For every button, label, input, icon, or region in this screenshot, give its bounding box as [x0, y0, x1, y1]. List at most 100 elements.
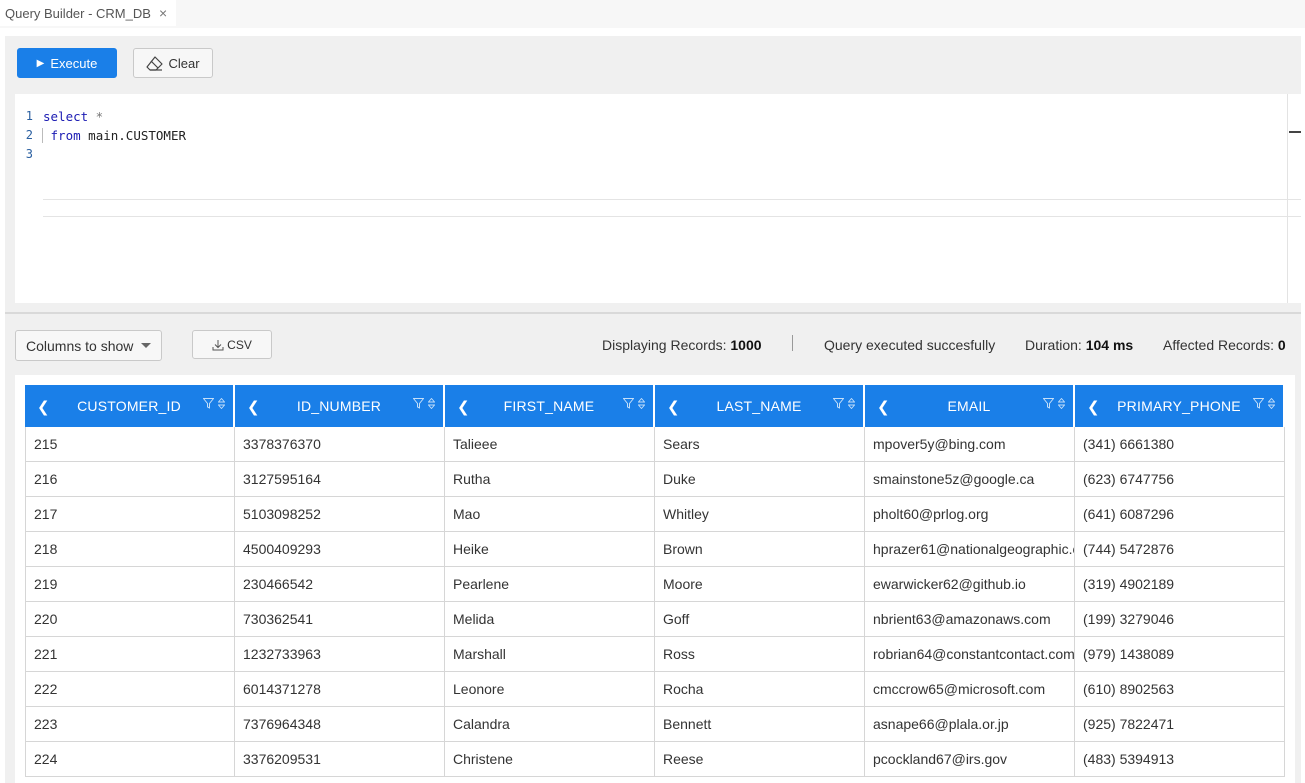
table-cell[interactable]: 230466542: [235, 567, 445, 602]
column-header[interactable]: ❮ ID_NUMBER: [235, 385, 445, 427]
table-cell[interactable]: 221: [25, 637, 235, 672]
table-cell[interactable]: 3378376370: [235, 427, 445, 462]
filter-icon[interactable]: [1043, 398, 1054, 409]
filter-icon[interactable]: [413, 398, 424, 409]
sql-code-editor[interactable]: 1 2 3 select * from main.CUSTOMER: [15, 94, 1301, 303]
code-line[interactable]: [43, 145, 1301, 164]
sort-icon[interactable]: [1268, 398, 1275, 409]
chevron-left-icon[interactable]: ❮: [247, 398, 260, 416]
table-cell[interactable]: Heike: [445, 532, 655, 567]
table-cell[interactable]: Whitley: [655, 497, 865, 532]
tab-query-builder[interactable]: Query Builder - CRM_DB ×: [0, 0, 177, 26]
table-cell[interactable]: 215: [25, 427, 235, 462]
sort-icon[interactable]: [428, 398, 435, 409]
chevron-left-icon[interactable]: ❮: [37, 398, 50, 416]
table-row[interactable]: 219 230466542 Pearlene Moore ewarwicker62@gi…: [25, 567, 1285, 602]
table-cell[interactable]: Goff: [655, 602, 865, 637]
column-header[interactable]: ❮ PRIMARY_PHONE: [1075, 385, 1285, 427]
table-row[interactable]: 223 7376964348 Calandra Bennett asnape66@pla…: [25, 707, 1285, 742]
table-cell[interactable]: (641) 6087296: [1075, 497, 1285, 532]
table-cell[interactable]: (341) 6661380: [1075, 427, 1285, 462]
table-cell[interactable]: smainstone5z@google.ca: [865, 462, 1075, 497]
column-header[interactable]: ❮ LAST_NAME: [655, 385, 865, 427]
table-row[interactable]: 218 4500409293 Heike Brown hprazer61@nationa…: [25, 532, 1285, 567]
csv-export-button[interactable]: CSV: [192, 330, 272, 359]
chevron-left-icon[interactable]: ❮: [1087, 398, 1100, 416]
execute-button[interactable]: ▶ Execute: [17, 48, 117, 78]
table-cell[interactable]: Leonore: [445, 672, 655, 707]
table-cell[interactable]: Reese: [655, 742, 865, 777]
table-cell[interactable]: Ross: [655, 637, 865, 672]
table-cell[interactable]: 6014371278: [235, 672, 445, 707]
table-cell[interactable]: 219: [25, 567, 235, 602]
editor-scrollbar[interactable]: [1287, 94, 1288, 303]
chevron-left-icon[interactable]: ❮: [667, 398, 680, 416]
table-cell[interactable]: 1232733963: [235, 637, 445, 672]
filter-icon[interactable]: [623, 398, 634, 409]
table-cell[interactable]: cmccrow65@microsoft.com: [865, 672, 1075, 707]
table-row[interactable]: 215 3378376370 Talieee Sears mpover5y@bing.c…: [25, 427, 1285, 462]
table-cell[interactable]: 7376964348: [235, 707, 445, 742]
table-row[interactable]: 216 3127595164 Rutha Duke smainstone5z@googl…: [25, 462, 1285, 497]
table-cell[interactable]: Calandra: [445, 707, 655, 742]
table-cell[interactable]: Pearlene: [445, 567, 655, 602]
table-cell[interactable]: robrian64@constantcontact.com: [865, 637, 1075, 672]
table-cell[interactable]: (979) 1438089: [1075, 637, 1285, 672]
column-header[interactable]: ❮ EMAIL: [865, 385, 1075, 427]
table-cell[interactable]: 3376209531: [235, 742, 445, 777]
columns-to-show-dropdown[interactable]: Columns to show: [15, 330, 162, 361]
table-cell[interactable]: 220: [25, 602, 235, 637]
chevron-left-icon[interactable]: ❮: [877, 398, 890, 416]
table-cell[interactable]: asnape66@plala.or.jp: [865, 707, 1075, 742]
table-cell[interactable]: (610) 8902563: [1075, 672, 1285, 707]
code-lines[interactable]: select * from main.CUSTOMER: [42, 107, 1301, 164]
table-row[interactable]: 220 730362541 Melida Goff nbrient63@amazonaw…: [25, 602, 1285, 637]
table-cell[interactable]: Talieee: [445, 427, 655, 462]
table-cell[interactable]: 5103098252: [235, 497, 445, 532]
close-icon[interactable]: ×: [159, 5, 167, 21]
table-cell[interactable]: 224: [25, 742, 235, 777]
table-cell[interactable]: 3127595164: [235, 462, 445, 497]
table-row[interactable]: 224 3376209531 Christene Reese pcockland67@i…: [25, 742, 1285, 777]
table-row[interactable]: 221 1232733963 Marshall Ross robrian64@const…: [25, 637, 1285, 672]
table-row[interactable]: 222 6014371278 Leonore Rocha cmccrow65@micro…: [25, 672, 1285, 707]
filter-icon[interactable]: [833, 398, 844, 409]
table-cell[interactable]: 222: [25, 672, 235, 707]
table-cell[interactable]: 4500409293: [235, 532, 445, 567]
table-cell[interactable]: 216: [25, 462, 235, 497]
sort-icon[interactable]: [218, 398, 225, 409]
table-cell[interactable]: Brown: [655, 532, 865, 567]
table-cell[interactable]: (925) 7822471: [1075, 707, 1285, 742]
column-header[interactable]: ❮ FIRST_NAME: [445, 385, 655, 427]
table-cell[interactable]: 730362541: [235, 602, 445, 637]
table-cell[interactable]: Rocha: [655, 672, 865, 707]
code-line[interactable]: select *: [43, 107, 1301, 126]
table-cell[interactable]: Mao: [445, 497, 655, 532]
table-cell[interactable]: ewarwicker62@github.io: [865, 567, 1075, 602]
table-cell[interactable]: mpover5y@bing.com: [865, 427, 1075, 462]
table-cell[interactable]: (483) 5394913: [1075, 742, 1285, 777]
filter-icon[interactable]: [1253, 398, 1264, 409]
table-cell[interactable]: 218: [25, 532, 235, 567]
table-cell[interactable]: nbrient63@amazonaws.com: [865, 602, 1075, 637]
filter-icon[interactable]: [203, 398, 214, 409]
table-cell[interactable]: (199) 3279046: [1075, 602, 1285, 637]
table-cell[interactable]: Christene: [445, 742, 655, 777]
table-cell[interactable]: (744) 5472876: [1075, 532, 1285, 567]
sort-icon[interactable]: [1058, 398, 1065, 409]
table-cell[interactable]: 217: [25, 497, 235, 532]
clear-button[interactable]: Clear: [133, 48, 213, 78]
code-line[interactable]: from main.CUSTOMER: [42, 126, 1301, 145]
table-row[interactable]: 217 5103098252 Mao Whitley pholt60@prlog.org…: [25, 497, 1285, 532]
sort-icon[interactable]: [638, 398, 645, 409]
table-cell[interactable]: 223: [25, 707, 235, 742]
table-cell[interactable]: (623) 6747756: [1075, 462, 1285, 497]
table-cell[interactable]: (319) 4902189: [1075, 567, 1285, 602]
table-cell[interactable]: Moore: [655, 567, 865, 602]
column-header[interactable]: ❮ CUSTOMER_ID: [25, 385, 235, 427]
table-cell[interactable]: Sears: [655, 427, 865, 462]
chevron-left-icon[interactable]: ❮: [457, 398, 470, 416]
table-cell[interactable]: pholt60@prlog.org: [865, 497, 1075, 532]
table-cell[interactable]: pcockland67@irs.gov: [865, 742, 1075, 777]
table-cell[interactable]: Melida: [445, 602, 655, 637]
